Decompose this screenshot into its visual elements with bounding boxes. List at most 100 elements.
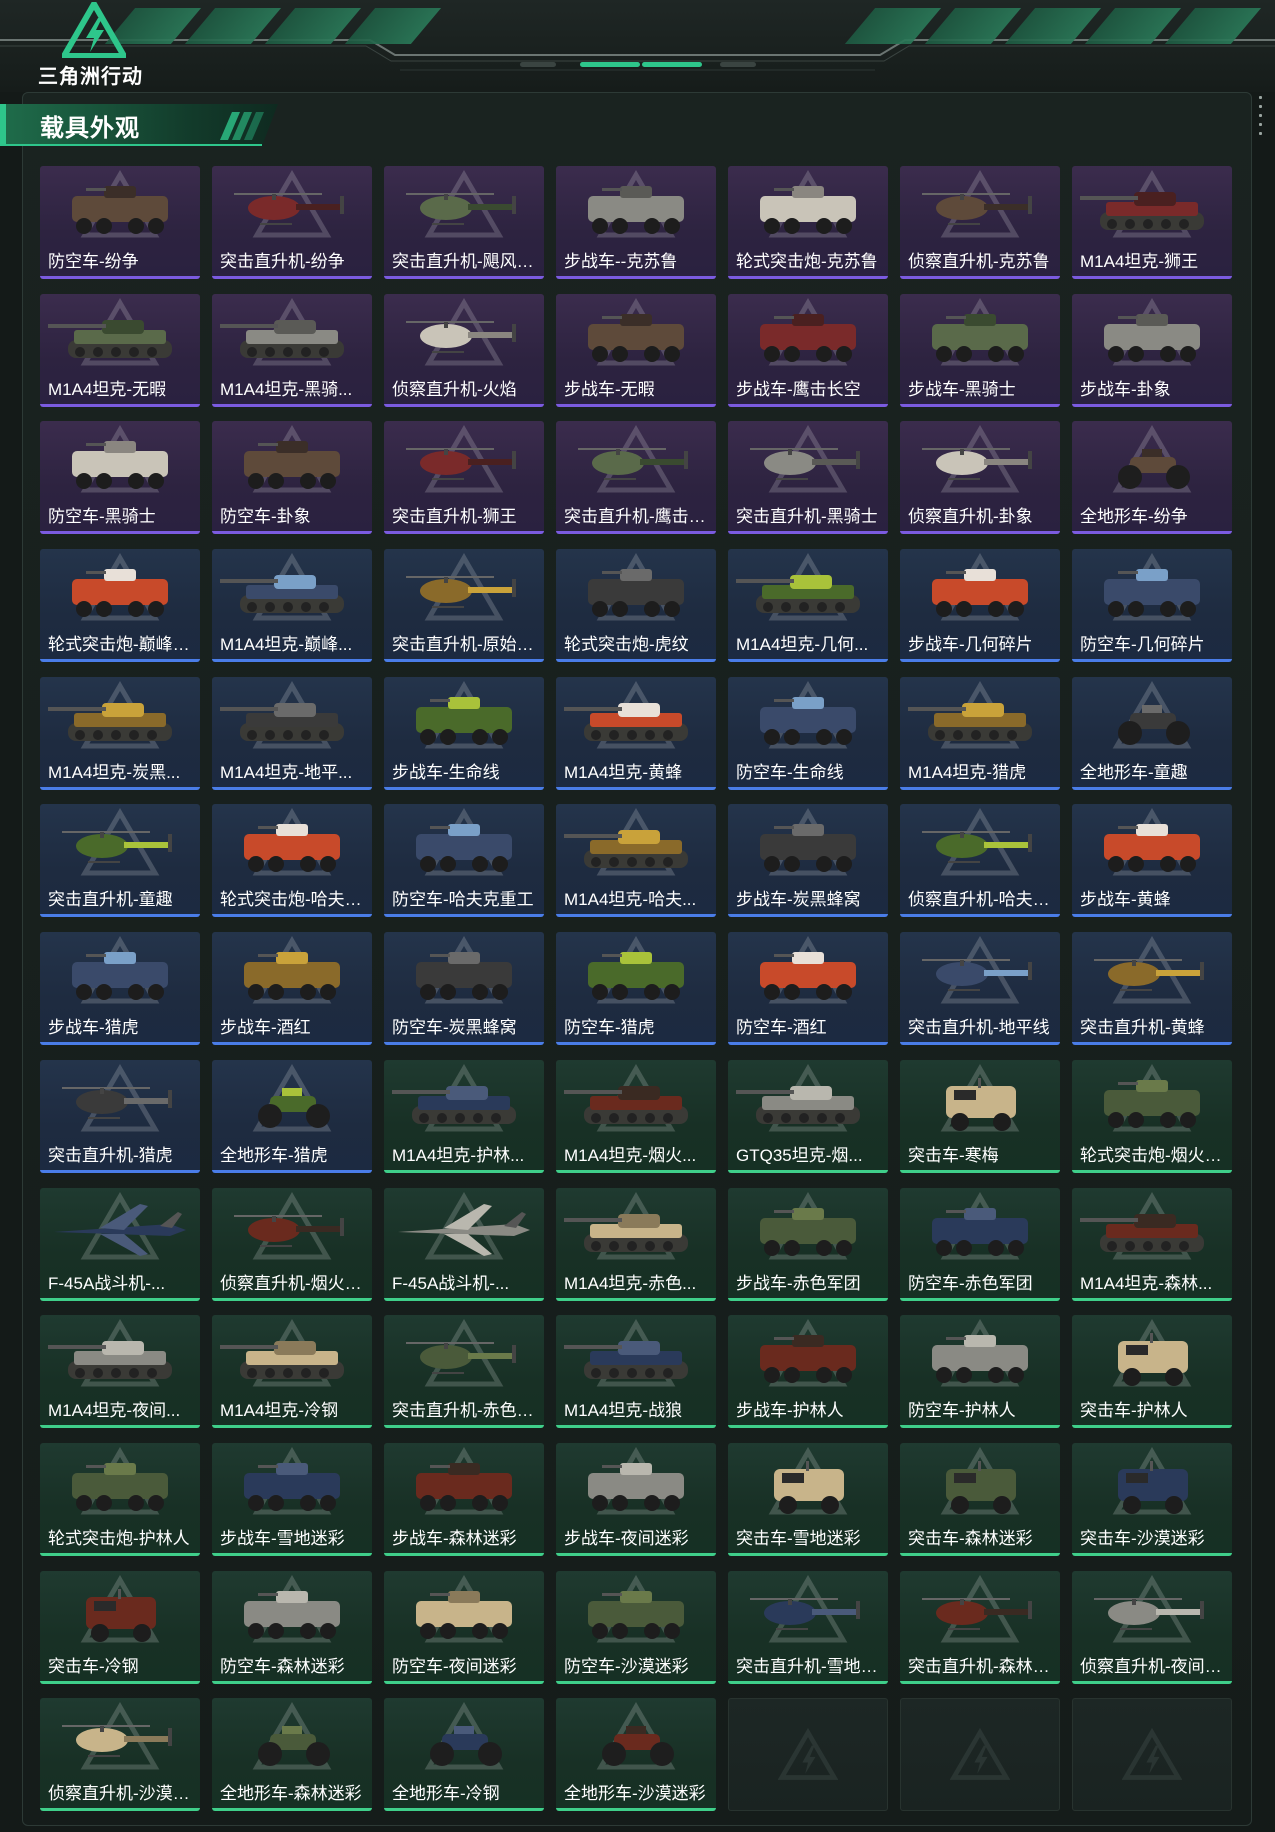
vehicle-skin-card[interactable]: 侦察直升机-卦象 <box>900 421 1060 535</box>
vehicle-skin-card[interactable]: 轮式突击炮-虎纹 <box>556 549 716 663</box>
vehicle-skin-card[interactable]: 突击直升机-黄蜂 <box>1072 932 1232 1046</box>
vehicle-skin-card[interactable]: 轮式突击炮-烟火2... <box>1072 1059 1232 1173</box>
vehicle-skin-card[interactable]: 防空车-卦象 <box>212 421 372 535</box>
vehicle-skin-card[interactable]: 突击直升机-飓风行... <box>384 166 544 279</box>
vehicle-skin-card[interactable]: 侦察直升机-夜间迷... <box>1072 1570 1232 1684</box>
vehicle-skin-card[interactable]: 侦察直升机-克苏鲁 <box>900 166 1060 279</box>
vehicle-skin-card[interactable]: M1A4坦克-夜间... <box>40 1315 200 1429</box>
vehicle-skin-card[interactable]: GTQ35坦克-烟... <box>728 1059 888 1173</box>
vehicle-skin-card[interactable]: 防空车-森林迷彩 <box>212 1570 372 1684</box>
vehicle-skin-card[interactable]: 突击车-护林人 <box>1072 1315 1232 1429</box>
vehicle-skin-card[interactable]: 突击车-森林迷彩 <box>900 1442 1060 1556</box>
vehicle-skin-card[interactable]: M1A4坦克-森林... <box>1072 1187 1232 1301</box>
vehicle-skin-card[interactable]: 步战车-卦象 <box>1072 293 1232 407</box>
vehicle-skin-card[interactable]: 防空车-夜间迷彩 <box>384 1570 544 1684</box>
tank-icon <box>48 1341 172 1380</box>
vehicle-skin-label: 防空车-沙漠迷彩 <box>564 1656 689 1676</box>
vehicle-skin-card[interactable]: F-45A战斗机-... <box>384 1187 544 1301</box>
vehicle-skin-card[interactable]: 步战车-酒红 <box>212 932 372 1046</box>
vehicle-skin-card[interactable]: M1A4坦克-哈夫... <box>556 804 716 918</box>
vehicle-skin-card[interactable]: 突击直升机-森林迷... <box>900 1570 1060 1684</box>
vehicle-skin-card[interactable]: 防空车-酒红 <box>728 932 888 1046</box>
vehicle-skin-card[interactable]: 全地形车-猎虎 <box>212 1059 372 1173</box>
vehicle-skin-card[interactable]: M1A4坦克-冷钢 <box>212 1315 372 1429</box>
vehicle-skin-card[interactable]: M1A4坦克-战狼 <box>556 1315 716 1429</box>
vehicle-skin-label: 防空车-赤色军团 <box>908 1273 1033 1293</box>
vehicle-skin-label: 步战车-夜间迷彩 <box>564 1528 689 1548</box>
vehicle-skin-card[interactable]: 步战车-雪地迷彩 <box>212 1442 372 1556</box>
vehicle-skin-card[interactable]: 防空车-生命线 <box>728 676 888 790</box>
vehicle-skin-card[interactable]: 突击直升机-赤色军... <box>384 1315 544 1429</box>
apc-icon <box>588 1462 684 1511</box>
vehicle-skin-card[interactable]: 轮式突击炮-护林人 <box>40 1442 200 1556</box>
vehicle-skin-card[interactable]: 轮式突击炮-巅峰竞... <box>40 549 200 663</box>
vehicle-skin-card[interactable]: 全地形车-纷争 <box>1072 421 1232 535</box>
vehicle-skin-card[interactable]: 步战车-猎虎 <box>40 932 200 1046</box>
vehicle-skin-card[interactable]: 防空车-哈夫克重工 <box>384 804 544 918</box>
vehicle-skin-card[interactable]: 突击车-沙漠迷彩 <box>1072 1442 1232 1556</box>
vehicle-skin-card[interactable]: 突击直升机-雪地迷... <box>728 1570 888 1684</box>
vehicle-skin-card[interactable]: 突击车-冷钢 <box>40 1570 200 1684</box>
vehicle-skin-card[interactable]: 突击直升机-童趣 <box>40 804 200 918</box>
vehicle-skin-card[interactable]: 防空车-沙漠迷彩 <box>556 1570 716 1684</box>
vehicle-skin-card[interactable]: M1A4坦克-赤色... <box>556 1187 716 1301</box>
vehicle-skin-card[interactable]: 防空车-赤色军团 <box>900 1187 1060 1301</box>
vehicle-skin-card[interactable]: 侦察直升机-火焰 <box>384 293 544 407</box>
vehicle-skin-card[interactable]: 步战车-护林人 <box>728 1315 888 1429</box>
vehicle-skin-card[interactable]: M1A4坦克-无暇 <box>40 293 200 407</box>
vehicle-skin-card[interactable]: 突击直升机-纷争 <box>212 166 372 279</box>
vehicle-skin-card[interactable]: 突击车-雪地迷彩 <box>728 1442 888 1556</box>
vehicle-skin-card[interactable]: 步战车-无暇 <box>556 293 716 407</box>
vehicle-skin-card[interactable]: M1A4坦克-猎虎 <box>900 676 1060 790</box>
tank-icon <box>220 319 344 358</box>
vehicle-skin-card[interactable]: 步战车--克苏鲁 <box>556 166 716 279</box>
vehicle-skin-label: 突击车-森林迷彩 <box>908 1528 1033 1548</box>
vehicle-skin-card[interactable]: 步战车-夜间迷彩 <box>556 1442 716 1556</box>
vehicle-skin-card[interactable]: 步战车-赤色军团 <box>728 1187 888 1301</box>
vehicle-skin-card[interactable]: M1A4坦克-地平... <box>212 676 372 790</box>
vehicle-skin-card[interactable]: 突击直升机-黑骑士 <box>728 421 888 535</box>
vehicle-skin-card[interactable]: 步战车-生命线 <box>384 676 544 790</box>
heli-icon <box>234 193 344 225</box>
vehicle-skin-card[interactable]: 防空车-纷争 <box>40 166 200 279</box>
vehicle-skin-card[interactable]: 防空车-猎虎 <box>556 932 716 1046</box>
vehicle-skin-card[interactable]: 防空车-护林人 <box>900 1315 1060 1429</box>
vehicle-skin-label: 防空车-生命线 <box>736 762 844 782</box>
vehicle-skin-card[interactable]: 突击直升机-鹰击长... <box>556 421 716 535</box>
vehicle-skin-card[interactable]: 防空车-黑骑士 <box>40 421 200 535</box>
vehicle-skin-card[interactable]: 全地形车-童趣 <box>1072 676 1232 790</box>
vehicle-skin-card[interactable]: 全地形车-森林迷彩 <box>212 1698 372 1812</box>
vehicle-skin-card[interactable]: M1A4坦克-烟火... <box>556 1059 716 1173</box>
vehicle-skin-card[interactable]: 步战车-几何碎片 <box>900 549 1060 663</box>
vehicle-skin-card[interactable]: M1A4坦克-黑骑... <box>212 293 372 407</box>
vehicle-skin-card[interactable]: M1A4坦克-巅峰... <box>212 549 372 663</box>
vehicle-skin-card[interactable]: 突击直升机-原始伪... <box>384 549 544 663</box>
vehicle-skin-card[interactable]: M1A4坦克-炭黑... <box>40 676 200 790</box>
vehicle-skin-card[interactable]: 步战车-炭黑蜂窝 <box>728 804 888 918</box>
vehicle-skin-card[interactable]: 轮式突击炮-克苏鲁 <box>728 166 888 279</box>
vehicle-skin-card[interactable]: 突击直升机-狮王 <box>384 421 544 535</box>
vehicle-skin-card[interactable]: 步战车-黑骑士 <box>900 293 1060 407</box>
vehicle-skin-card[interactable]: F-45A战斗机-... <box>40 1187 200 1301</box>
vehicle-skin-card[interactable]: 步战车-森林迷彩 <box>384 1442 544 1556</box>
vehicle-skin-card[interactable]: M1A4坦克-几何... <box>728 549 888 663</box>
vehicle-skin-card[interactable]: 轮式突击炮-哈夫克... <box>212 804 372 918</box>
vehicle-skin-label: 步战车-酒红 <box>220 1018 311 1038</box>
vehicle-skin-card[interactable]: 全地形车-冷钢 <box>384 1698 544 1812</box>
vehicle-skin-card[interactable]: 步战车-鹰击长空 <box>728 293 888 407</box>
vehicle-skin-card[interactable]: M1A4坦克-黄蜂 <box>556 676 716 790</box>
vehicle-skin-card[interactable]: 步战车-黄蜂 <box>1072 804 1232 918</box>
vehicle-skin-label: 突击直升机-森林迷... <box>908 1656 1056 1676</box>
vehicle-skin-card[interactable]: 侦察直升机-哈夫克... <box>900 804 1060 918</box>
vehicle-skin-card[interactable]: M1A4坦克-护林... <box>384 1059 544 1173</box>
vehicle-skin-card[interactable]: M1A4坦克-狮王 <box>1072 166 1232 279</box>
vehicle-skin-card[interactable]: 侦察直升机-烟火2... <box>212 1187 372 1301</box>
vehicle-skin-card[interactable]: 突击车-寒梅 <box>900 1059 1060 1173</box>
vehicle-skin-card[interactable]: 防空车-炭黑蜂窝 <box>384 932 544 1046</box>
vehicle-skin-card[interactable]: 突击直升机-猎虎 <box>40 1059 200 1173</box>
vehicle-skin-card[interactable]: 突击直升机-地平线 <box>900 932 1060 1046</box>
vehicle-skin-card[interactable]: 全地形车-沙漠迷彩 <box>556 1698 716 1812</box>
vehicle-skin-card[interactable]: 侦察直升机-沙漠迷... <box>40 1698 200 1812</box>
scroll-handle[interactable] <box>1259 96 1263 141</box>
vehicle-skin-card[interactable]: 防空车-几何碎片 <box>1072 549 1232 663</box>
